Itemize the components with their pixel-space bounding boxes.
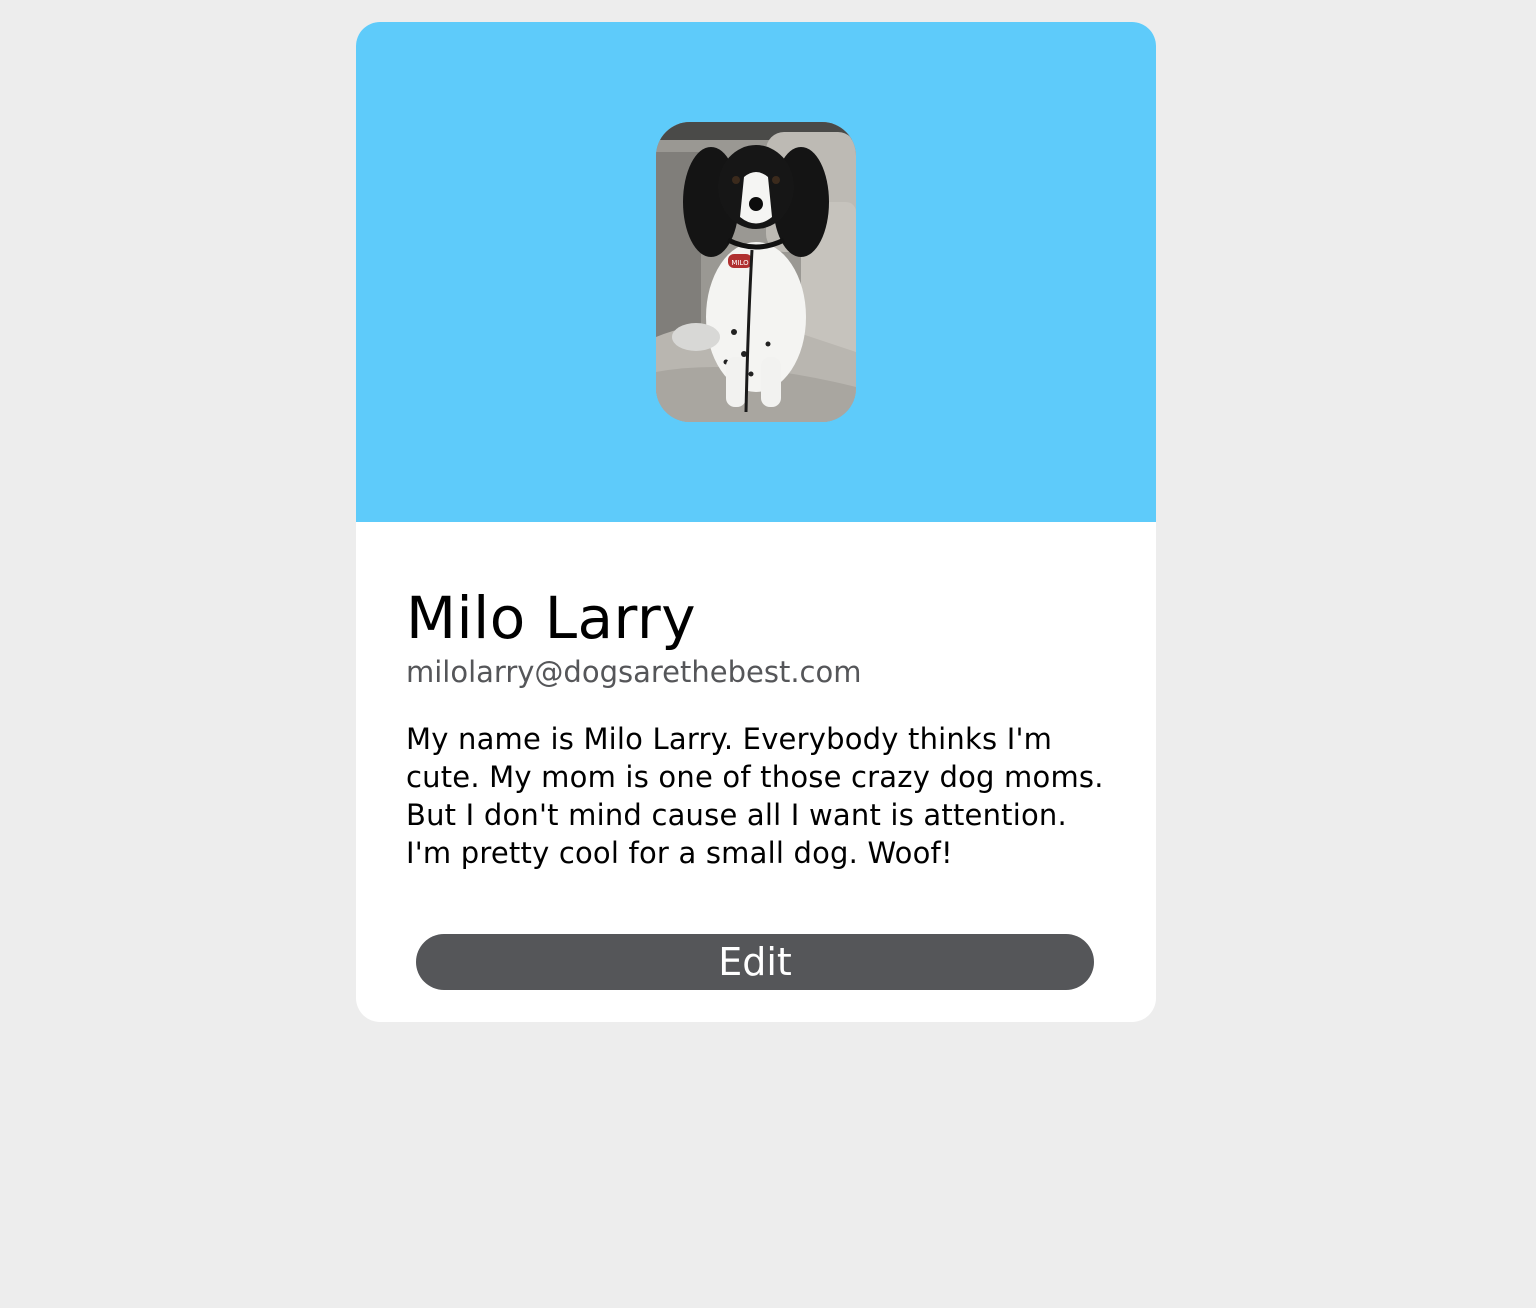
edit-button[interactable]: Edit [416,934,1094,990]
dog-tag-text: MILO [731,259,749,267]
profile-bio: My name is Milo Larry. Everybody thinks … [406,722,1104,870]
profile-email: milolarry@dogsarethebest.com [406,655,862,689]
profile-card: MILO Milo Larry milolarry@dogsarethebest… [356,22,1156,1022]
profile-card-header: MILO [356,22,1156,522]
profile-card-body: Milo Larry milolarry@dogsarethebest.com … [406,582,1106,872]
profile-photo: MILO [656,122,856,422]
dog-photo-image: MILO [656,122,856,422]
profile-name: Milo Larry [406,584,697,652]
